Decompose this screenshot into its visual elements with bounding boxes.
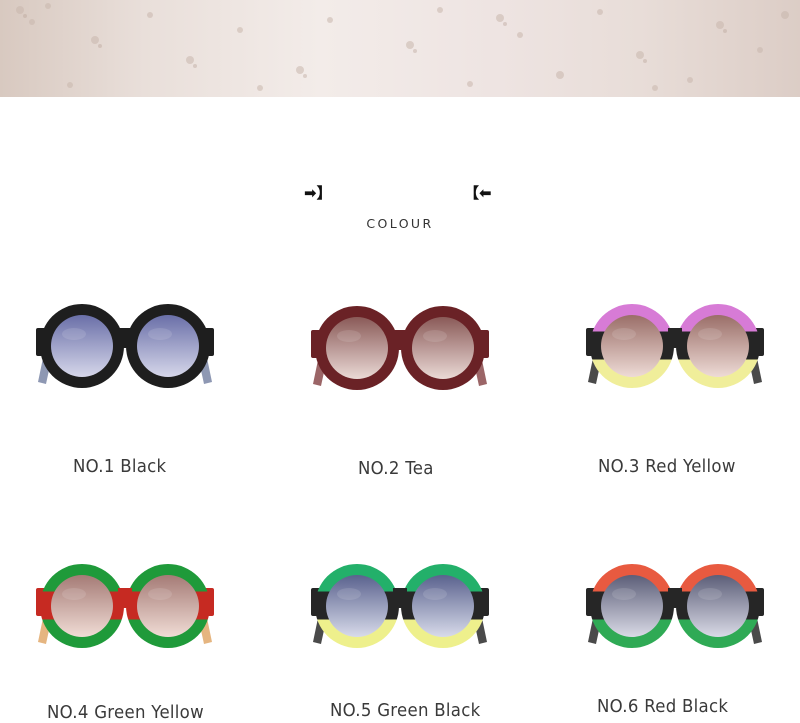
left-arrow-bracket: ➡】 bbox=[304, 184, 332, 202]
floral-pattern bbox=[16, 3, 789, 91]
top-banner-image bbox=[0, 0, 800, 97]
sunglasses-image bbox=[36, 304, 214, 388]
sunglasses-frame bbox=[311, 306, 489, 390]
sunglasses-image bbox=[311, 306, 489, 390]
section-header: ➡】 【⬅ COLOUR bbox=[0, 178, 800, 238]
product-label: NO.6 Red Black bbox=[597, 696, 729, 717]
right-arrow-bracket: 【⬅ bbox=[464, 184, 492, 202]
sunglasses-frame bbox=[311, 564, 489, 648]
section-title: COLOUR bbox=[366, 216, 434, 231]
product-label: NO.2 Tea bbox=[358, 458, 434, 479]
product-label: NO.5 Green Black bbox=[330, 700, 481, 721]
sunglasses-frame bbox=[36, 304, 214, 388]
sunglasses-image bbox=[311, 564, 489, 648]
sunglasses-image bbox=[586, 564, 764, 648]
sunglasses-frame bbox=[586, 564, 764, 648]
product-label: NO.3 Red Yellow bbox=[598, 456, 736, 477]
product-label: NO.1 Black bbox=[73, 456, 167, 477]
sunglasses-image bbox=[586, 304, 764, 388]
sunglasses-frame bbox=[36, 564, 214, 648]
sunglasses-image bbox=[36, 564, 214, 648]
product-label: NO.4 Green Yellow bbox=[47, 702, 204, 723]
sunglasses-frame bbox=[586, 304, 764, 388]
